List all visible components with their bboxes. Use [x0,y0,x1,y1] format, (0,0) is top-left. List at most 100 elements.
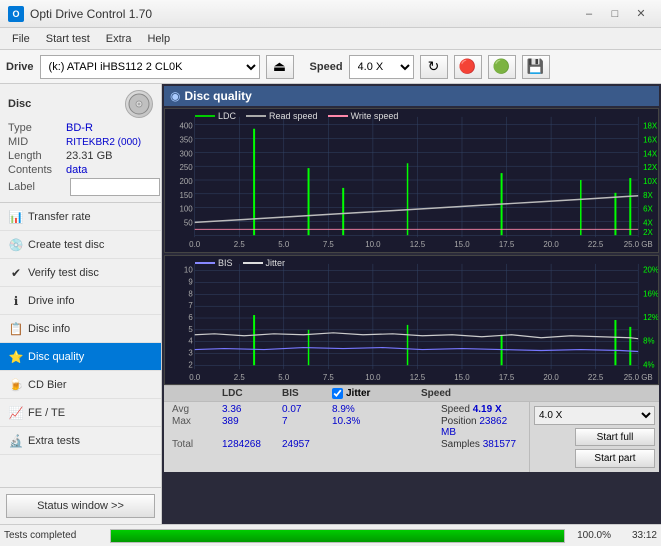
legend-read-label: Read speed [269,111,318,121]
svg-text:8%: 8% [643,337,654,346]
svg-text:12X: 12X [643,163,658,172]
start-part-button[interactable]: Start part [575,449,655,468]
svg-text:4: 4 [188,337,193,346]
nav-label-verify-test-disc: Verify test disc [28,267,99,279]
start-full-button[interactable]: Start full [575,428,655,447]
menu-file[interactable]: File [4,31,38,47]
disc-length-value: 23.31 GB [66,150,112,162]
disc-label-row: Label ⚙ [8,178,153,196]
speed-select[interactable]: 4.0 X 1.0 X 2.0 X 8.0 X Max [349,55,414,79]
svg-text:10: 10 [184,266,193,275]
settings-button2[interactable]: 🟢 [488,55,516,79]
svg-text:12%: 12% [643,313,658,322]
stats-max-ldc: 389 [222,416,282,438]
svg-text:12.5: 12.5 [410,373,426,382]
sidebar-item-cd-bier[interactable]: 🍺 CD Bier [0,371,161,399]
svg-text:0.0: 0.0 [189,240,201,249]
eject-button[interactable]: ⏏ [266,55,294,79]
drive-select[interactable]: (k:) ATAPI iHBS112 2 CL0K [40,55,260,79]
status-btn-container: Status window >> [0,487,161,524]
legend-bis-label: BIS [218,258,233,268]
legend-jitter: Jitter [243,258,286,268]
svg-text:10.0: 10.0 [365,240,381,249]
svg-text:16%: 16% [643,289,658,298]
legend-read: Read speed [246,111,318,121]
refresh-button[interactable]: ↻ [420,55,448,79]
speed-dropdown[interactable]: 4.0 X 1.0 X 2.0 X 8.0 X Max [534,406,655,425]
cd-bier-icon: 🍺 [8,377,24,393]
disc-label-input[interactable] [70,178,160,196]
disc-contents-label: Contents [8,164,66,176]
stats-ldc-header: LDC [222,388,282,399]
jitter-color [243,262,263,264]
svg-text:17.5: 17.5 [499,373,515,382]
menu-extra[interactable]: Extra [98,31,140,47]
disc-length-row: Length 23.31 GB [8,150,153,162]
svg-text:15.0: 15.0 [454,373,470,382]
title-bar-left: O Opti Drive Control 1.70 [8,6,152,22]
stats-jitter-header: Jitter [332,388,421,399]
legend-write-label: Write speed [351,111,399,121]
save-button[interactable]: 💾 [522,55,550,79]
stats-left: Avg 3.36 0.07 8.9% Speed 4.19 X Max 389 [164,402,529,472]
disc-contents-row: Contents data [8,164,153,176]
drive-label: Drive [6,61,34,73]
nav-label-extra-tests: Extra tests [28,435,80,447]
stats-speed-header: Speed [421,388,501,399]
sidebar-item-verify-test-disc[interactable]: ✔ Verify test disc [0,259,161,287]
sidebar-item-disc-info[interactable]: 📋 Disc info [0,315,161,343]
stats-max-bis: 7 [282,416,332,438]
disc-title: Disc [8,98,31,110]
stats-bis-header: BIS [282,388,332,399]
svg-text:16X: 16X [643,136,658,145]
sidebar-item-fe-te[interactable]: 📈 FE / TE [0,399,161,427]
disc-icon [125,90,153,118]
nav-label-cd-bier: CD Bier [28,379,67,391]
top-chart-legend: LDC Read speed Write speed [195,111,398,121]
extra-tests-icon: 🔬 [8,433,24,449]
svg-text:7.5: 7.5 [323,373,335,382]
minimize-button[interactable]: – [577,4,601,24]
svg-text:300: 300 [180,149,194,158]
stats-avg-label: Avg [172,404,222,415]
nav-label-disc-quality: Disc quality [28,351,84,363]
svg-text:14X: 14X [643,149,658,158]
sidebar-item-extra-tests[interactable]: 🔬 Extra tests [0,427,161,455]
stats-right: 4.0 X 1.0 X 2.0 X 8.0 X Max Start full S… [529,402,659,472]
stats-total-row: Total 1284268 24957 Samples 381577 [172,439,521,450]
jitter-checkbox[interactable] [332,388,343,399]
stats-max-label: Max [172,416,222,438]
legend-ldc-label: LDC [218,111,236,121]
svg-text:25.0 GB: 25.0 GB [624,373,653,382]
disc-mid-row: MID RITEKBR2 (000) [8,136,153,148]
svg-text:2.5: 2.5 [234,373,246,382]
stats-avg-row: Avg 3.36 0.07 8.9% Speed 4.19 X [172,404,521,415]
sidebar-item-transfer-rate[interactable]: 📊 Transfer rate [0,203,161,231]
legend-ldc: LDC [195,111,236,121]
svg-text:20%: 20% [643,266,658,275]
nav-label-fe-te: FE / TE [28,407,65,419]
title-bar: O Opti Drive Control 1.70 – □ ✕ [0,0,661,28]
svg-text:17.5: 17.5 [499,240,515,249]
top-chart: LDC Read speed Write speed [164,108,659,253]
window-title: Opti Drive Control 1.70 [30,7,152,21]
status-text: Tests completed [4,530,104,541]
svg-text:22.5: 22.5 [588,373,604,382]
status-window-button[interactable]: Status window >> [6,494,155,518]
svg-text:8X: 8X [643,191,653,200]
legend-jitter-label: Jitter [266,258,286,268]
settings-button1[interactable]: 🔴 [454,55,482,79]
menu-start-test[interactable]: Start test [38,31,98,47]
svg-text:22.5: 22.5 [588,240,604,249]
left-panel: Disc Type BD-R MID RITEKBR2 (000) Lengt [0,84,162,524]
top-chart-svg: 400 350 300 250 200 150 100 50 18X 16X 1… [165,109,658,252]
sidebar-item-create-test-disc[interactable]: 💿 Create test disc [0,231,161,259]
menu-help[interactable]: Help [139,31,178,47]
sidebar-item-disc-quality[interactable]: ⭐ Disc quality [0,343,161,371]
time-text: 33:12 [617,530,657,541]
sidebar-item-drive-info[interactable]: ℹ Drive info [0,287,161,315]
stats-total-bis: 24957 [282,439,332,450]
close-button[interactable]: ✕ [629,4,653,24]
svg-text:7.5: 7.5 [323,240,335,249]
maximize-button[interactable]: □ [603,4,627,24]
